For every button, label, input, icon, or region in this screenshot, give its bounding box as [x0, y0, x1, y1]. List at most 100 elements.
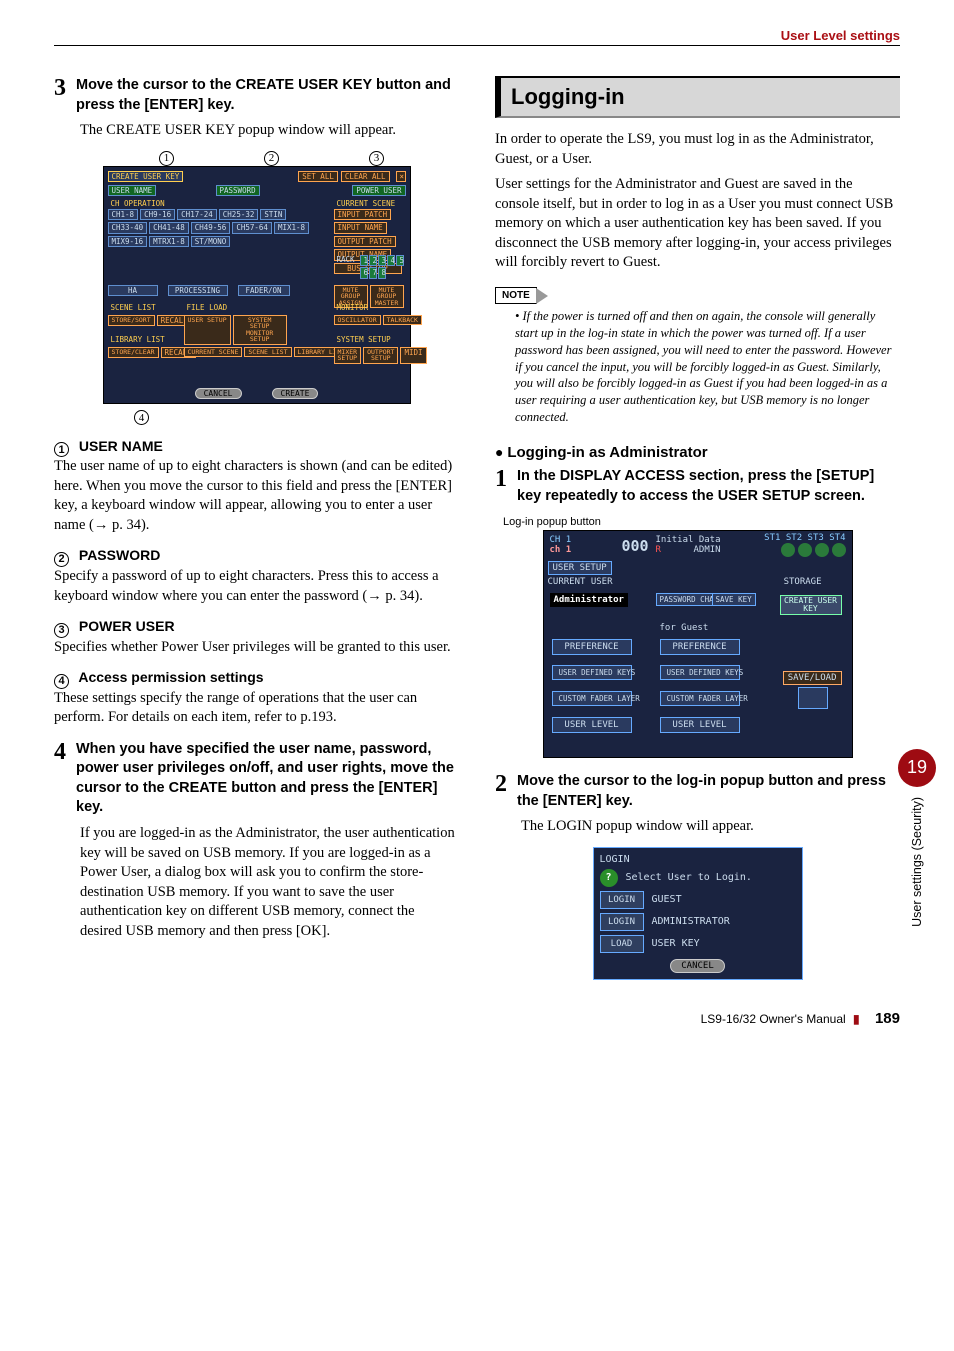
chapter-number: 19 — [898, 749, 936, 787]
note-tag: NOTE — [495, 287, 537, 304]
password-field[interactable]: PASSWORD — [216, 185, 260, 197]
login-prompt-row: ? Select User to Login. — [600, 869, 796, 887]
save-load-button[interactable]: SAVE/LOAD — [783, 671, 842, 685]
footer-divider: ▮ — [853, 1012, 860, 1026]
user-name-field[interactable]: USER NAME — [108, 185, 157, 197]
store-sort-button[interactable]: STORE/SORT — [108, 315, 155, 327]
cancel-button[interactable]: CANCEL — [670, 959, 725, 973]
rack-slot[interactable]: 2 — [369, 255, 377, 267]
user-setup-button[interactable]: USER SETUP — [184, 315, 231, 345]
ch-range-button[interactable]: MIX1-8 — [274, 222, 309, 234]
store-clear-button[interactable]: STORE/CLEAR — [108, 347, 159, 359]
login-button[interactable]: LOGIN — [600, 891, 644, 909]
ch-range-button[interactable]: CH57-64 — [232, 222, 272, 234]
save-key-button[interactable]: SAVE KEY — [712, 593, 756, 606]
r-indicator: R — [656, 545, 661, 555]
step-title: Move the cursor to the CREATE USER KEY b… — [76, 76, 459, 115]
user-level-button[interactable]: USER LEVEL — [552, 717, 632, 733]
st-meters: ST1 ST2 ST3 ST4 — [764, 533, 845, 543]
clear-all-button[interactable]: CLEAR ALL — [341, 171, 390, 183]
ch-range-button[interactable]: CH9-16 — [140, 209, 175, 221]
cfl-guest-button[interactable]: CUSTOM FADER LAYER — [660, 691, 740, 706]
cancel-button[interactable]: CANCEL — [195, 388, 242, 399]
login-button[interactable]: LOGIN — [600, 913, 644, 931]
create-user-key-button[interactable]: CREATE USER KEY — [780, 595, 842, 615]
item-2-body: Specify a password of up to eight charac… — [54, 567, 459, 606]
current-user-label: CURRENT USER — [548, 577, 613, 587]
rack-slot[interactable]: 1 — [360, 255, 368, 267]
callout-3-ref: 3 — [54, 623, 69, 638]
midi-button[interactable]: MIDI — [400, 347, 426, 364]
library-list-label: LIBRARY LIST — [108, 335, 168, 345]
step-number: 3 — [54, 76, 66, 115]
outport-setup-button[interactable]: OUTPORT SETUP — [363, 347, 398, 364]
rack-slot[interactable]: 7 — [369, 267, 377, 279]
create-user-key-area: CREATE USER KEY — [780, 593, 842, 617]
ch-range-button[interactable]: CH33-40 — [108, 222, 148, 234]
user-setup-tab[interactable]: USER SETUP — [548, 561, 612, 575]
udk-button[interactable]: USER DEFINED KEYS — [552, 665, 632, 680]
callout-4-ref: 4 — [54, 674, 69, 689]
login-guest-row: LOGIN GUEST — [600, 891, 796, 909]
file-load-label: FILE LOAD — [184, 303, 231, 313]
login-popup-button[interactable]: Administrator — [550, 593, 628, 607]
item-1-body: The user name of up to eight characters … — [54, 457, 459, 535]
load-button[interactable]: LOAD — [600, 935, 644, 953]
cfl-button[interactable]: CUSTOM FADER LAYER — [552, 691, 632, 706]
fader-on-button[interactable]: FADER/ON — [238, 285, 290, 297]
storage-label: STORAGE — [784, 577, 822, 587]
step-number: 4 — [54, 740, 66, 818]
set-all-button[interactable]: SET ALL — [298, 171, 338, 183]
preference-guest-button[interactable]: PREFERENCE — [660, 639, 740, 655]
rack-slot[interactable]: 3 — [378, 255, 386, 267]
ch-range-button[interactable]: CH49-56 — [191, 222, 231, 234]
rack-slot[interactable]: 8 — [378, 267, 386, 279]
ch-range-button[interactable]: CH25-32 — [219, 209, 259, 221]
rack-slot[interactable]: 6 — [360, 267, 368, 279]
oscillator-button[interactable]: OSCILLATOR — [334, 315, 381, 326]
ch-range-button[interactable]: CH1-8 — [108, 209, 139, 221]
intro-paragraph-2: User settings for the Administrator and … — [495, 175, 900, 273]
mute-master-button[interactable]: MUTE GROUP MASTER — [370, 285, 404, 309]
scene-list-button[interactable]: SCENE LIST — [244, 347, 291, 358]
ch-range-button[interactable]: CH17-24 — [177, 209, 217, 221]
talkback-button[interactable]: TALKBACK — [383, 315, 422, 326]
intro-paragraph-1: In order to operate the LS9, you must lo… — [495, 130, 900, 169]
output-patch-button[interactable]: OUTPUT PATCH — [334, 236, 396, 248]
system-monitor-setup-button[interactable]: SYSTEM SETUP MONITOR SETUP — [233, 315, 287, 345]
close-icon[interactable]: × — [396, 171, 406, 183]
rack-slot[interactable]: 5 — [396, 255, 404, 267]
save-load-icon[interactable] — [798, 687, 828, 709]
ch-range-button[interactable]: MTRX1-8 — [149, 236, 189, 248]
rack-slot[interactable]: 4 — [387, 255, 395, 267]
mixer-setup-button[interactable]: MIXER SETUP — [334, 347, 362, 364]
power-user-toggle[interactable]: POWER USER — [352, 185, 405, 197]
item-3-heading: 3 POWER USER — [54, 618, 459, 638]
input-name-button[interactable]: INPUT NAME — [334, 222, 387, 234]
step-3: 3 Move the cursor to the CREATE USER KEY… — [54, 76, 459, 115]
ch-range-button[interactable]: ST/MONO — [191, 236, 231, 248]
manual-title: LS9-16/32 Owner's Manual — [701, 1012, 846, 1026]
step-1-right: 1 In the DISPLAY ACCESS section, press t… — [495, 467, 900, 506]
figure-label: Log-in popup button — [503, 516, 900, 528]
page-footer: LS9-16/32 Owner's Manual ▮ 189 — [54, 1010, 900, 1027]
udk-guest-button[interactable]: USER DEFINED KEYS — [660, 665, 740, 680]
scene-list-label: SCENE LIST — [108, 303, 159, 313]
current-scene-button[interactable]: CURRENT SCENE — [184, 347, 243, 358]
popup-footer: CANCEL CREATE — [104, 388, 410, 399]
ch-range-button[interactable]: CH41-48 — [149, 222, 189, 234]
ha-button[interactable]: HA — [108, 285, 158, 297]
callout-4: 4 — [134, 410, 149, 425]
ch-range-button[interactable]: STIN — [260, 209, 286, 221]
processing-button[interactable]: PROCESSING — [168, 285, 228, 297]
for-guest-label: for Guest — [660, 623, 709, 633]
create-button[interactable]: CREATE — [272, 388, 319, 399]
input-patch-button[interactable]: INPUT PATCH — [334, 209, 392, 221]
left-column: 3 Move the cursor to the CREATE USER KEY… — [54, 76, 459, 980]
item-2-heading: 2 PASSWORD — [54, 547, 459, 567]
preference-button[interactable]: PREFERENCE — [552, 639, 632, 655]
figure-callout-bottom: 4 — [134, 410, 459, 426]
user-level-guest-button[interactable]: USER LEVEL — [660, 717, 740, 733]
ch-range-button[interactable]: MIX9-16 — [108, 236, 148, 248]
scene-num: 000 — [622, 537, 649, 555]
